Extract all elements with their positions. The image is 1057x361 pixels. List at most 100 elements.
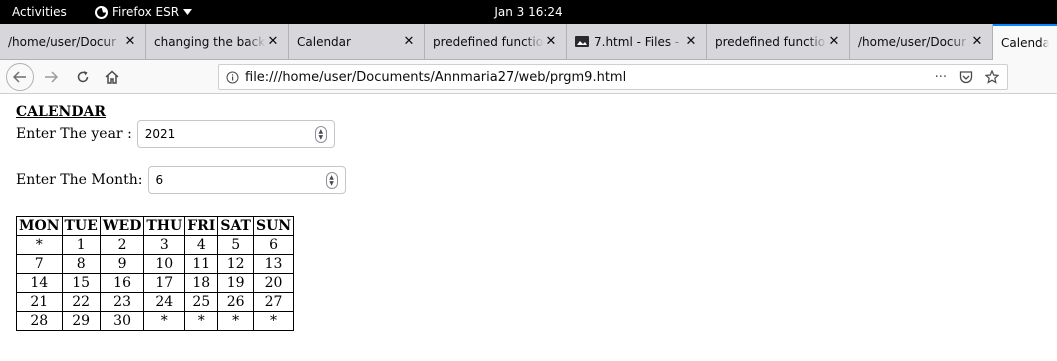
calendar-week-row: * 1 2 3 4 5 6 (16, 235, 295, 255)
spin-down-icon: ▼ (318, 133, 324, 141)
year-value: 2021 (144, 127, 176, 141)
arrow-right-icon (45, 71, 58, 83)
tab-strip: /home/user/Docur ✕ changing the back ✕ C… (0, 24, 1057, 60)
weekday-header: SAT (217, 216, 254, 236)
tab[interactable]: /home/user/Docur ✕ (0, 24, 146, 59)
spin-down-icon: ▼ (329, 179, 334, 187)
tab-title: /home/user/Docur (858, 34, 967, 49)
day-cell: 27 (252, 292, 295, 312)
arrow-left-icon (13, 71, 26, 83)
back-button[interactable] (6, 63, 34, 91)
close-tab-icon[interactable]: ✕ (684, 34, 698, 49)
tab-title: 7.html - Files - (594, 34, 680, 49)
day-cell: 5 (217, 235, 254, 255)
day-cell: 4 (184, 235, 219, 255)
close-tab-icon[interactable]: ✕ (123, 34, 137, 49)
day-cell: 10 (143, 254, 186, 274)
tab-title: /home/user/Docur (8, 34, 117, 49)
weekday-header: WED (99, 216, 145, 236)
bookmark-star-icon[interactable] (985, 70, 999, 84)
day-cell: * (16, 235, 63, 255)
weekday-header: SUN (252, 216, 295, 236)
tab-title: Calendar (297, 34, 351, 49)
tab-active[interactable]: Calendar (993, 24, 1057, 60)
url-text[interactable]: file:///home/user/Documents/Annmaria27/w… (245, 70, 935, 85)
year-row: Enter The year : 2021 ▲ ▼ (16, 120, 335, 148)
year-input[interactable]: 2021 ▲ ▼ (136, 120, 335, 148)
day-cell: 28 (16, 311, 63, 331)
day-cell: * (143, 311, 186, 331)
year-label: Enter The year : (16, 126, 132, 142)
month-label: Enter The Month: (16, 172, 143, 188)
day-cell: 22 (61, 292, 101, 312)
day-cell: 7 (16, 254, 63, 274)
tab[interactable]: Calendar ✕ (289, 24, 425, 59)
close-tab-icon[interactable]: ✕ (827, 34, 841, 49)
day-cell: 29 (61, 311, 101, 331)
day-cell: 23 (99, 292, 145, 312)
day-cell: 18 (184, 273, 219, 293)
pocket-icon[interactable] (959, 70, 973, 84)
day-cell: 19 (217, 273, 254, 293)
tab-title: predefined functio (715, 34, 826, 49)
day-cell: 21 (16, 292, 63, 312)
day-cell: 30 (99, 311, 145, 331)
page-actions-icon[interactable]: ··· (935, 70, 947, 85)
month-row: Enter The Month: 6 ▲ ▼ (16, 166, 346, 194)
day-cell: 17 (143, 273, 186, 293)
month-input[interactable]: 6 ▲ ▼ (147, 166, 346, 194)
calendar-header-row: MON TUE WED THU FRI SAT SUN (16, 216, 295, 236)
close-tab-icon[interactable]: ✕ (266, 34, 280, 49)
day-cell: 12 (217, 254, 254, 274)
day-cell: 14 (16, 273, 63, 293)
day-cell: 13 (252, 254, 295, 274)
day-cell: 15 (61, 273, 101, 293)
day-cell: 20 (252, 273, 295, 293)
day-cell: 9 (99, 254, 145, 274)
home-button[interactable] (99, 64, 125, 90)
reload-button[interactable] (70, 64, 96, 90)
tab[interactable]: /home/user/Docur ✕ (850, 24, 993, 59)
tab[interactable]: predefined functio ✕ (425, 24, 567, 59)
day-cell: 2 (99, 235, 145, 255)
tab-title: Calendar (1001, 36, 1049, 50)
tab-title: predefined functio (433, 34, 544, 49)
tab[interactable]: 7.html - Files - ✕ (567, 24, 707, 59)
tab-title: changing the back (154, 34, 266, 49)
url-bar[interactable]: file:///home/user/Documents/Annmaria27/w… (218, 64, 1008, 90)
site-info-icon[interactable] (219, 71, 245, 84)
tab[interactable]: predefined functio ✕ (707, 24, 850, 59)
weekday-header: THU (143, 216, 186, 236)
home-icon (105, 70, 119, 84)
reload-icon (77, 71, 89, 83)
day-cell: 1 (61, 235, 101, 255)
calendar-week-row: 14 15 16 17 18 19 20 (16, 273, 295, 293)
calendar-week-row: 28 29 30 * * * * (16, 311, 295, 331)
weekday-header: TUE (61, 216, 101, 236)
close-tab-icon[interactable]: ✕ (544, 34, 558, 49)
day-cell: 3 (143, 235, 186, 255)
calendar-table: MON TUE WED THU FRI SAT SUN * 1 2 3 4 5 … (16, 216, 295, 331)
calendar-week-row: 7 8 9 10 11 12 13 (16, 254, 295, 274)
day-cell: 26 (217, 292, 254, 312)
forward-button[interactable] (38, 64, 64, 90)
close-tab-icon[interactable]: ✕ (402, 34, 416, 49)
files-icon (575, 36, 589, 47)
navigation-toolbar: file:///home/user/Documents/Annmaria27/w… (0, 60, 1057, 94)
close-tab-icon[interactable]: ✕ (970, 34, 984, 49)
month-spinner[interactable]: ▲ ▼ (325, 172, 338, 189)
day-cell: 11 (184, 254, 219, 274)
system-top-bar: Activities Firefox ESR Jan 3 16:24 (0, 0, 1057, 24)
tab[interactable]: changing the back ✕ (146, 24, 289, 59)
day-cell: 6 (252, 235, 295, 255)
day-cell: * (184, 311, 219, 331)
day-cell: 24 (143, 292, 186, 312)
weekday-header: MON (16, 216, 63, 236)
day-cell: 16 (99, 273, 145, 293)
day-cell: * (252, 311, 295, 331)
weekday-header: FRI (184, 216, 219, 236)
year-spinner[interactable]: ▲ ▼ (314, 126, 327, 143)
day-cell: 25 (184, 292, 219, 312)
page-title: CALENDAR (16, 104, 106, 120)
clock[interactable]: Jan 3 16:24 (0, 5, 1057, 19)
